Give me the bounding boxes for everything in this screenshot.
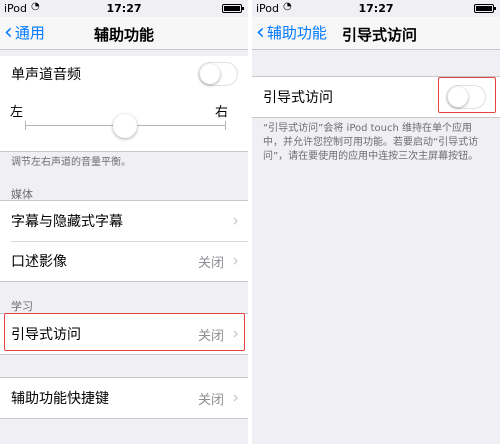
- status-time: 17:27: [358, 2, 394, 15]
- slider-tick: [25, 121, 26, 130]
- mono-audio-label: 单声道音频: [11, 67, 81, 83]
- toggle-knob: [200, 64, 220, 84]
- status-bar: iPod ◔ 17:27: [252, 0, 500, 17]
- mono-audio-row: 单声道音频: [0, 56, 248, 92]
- navigation-bar: ‹ 辅助功能 引导式访问: [252, 17, 500, 50]
- battery-icon: [474, 4, 496, 13]
- chevron-right-icon: ›: [232, 251, 239, 271]
- subtitles-label: 字幕与隐藏式字幕: [11, 214, 123, 230]
- audio-description-label: 口述影像: [11, 254, 67, 270]
- balance-right-label: 右: [214, 105, 228, 120]
- guided-access-label: 引导式访问: [263, 90, 333, 106]
- learning-section-header: 学习: [11, 300, 33, 313]
- accessibility-shortcut-label: 辅助功能快捷键: [11, 391, 109, 407]
- chevron-right-icon: ›: [232, 211, 239, 231]
- audio-description-row[interactable]: 口述影像 关闭 ›: [0, 241, 248, 281]
- media-group: 字幕与隐藏式字幕 › 口述影像 关闭 ›: [0, 200, 248, 282]
- status-time: 17:27: [106, 2, 142, 15]
- shortcut-group: 辅助功能快捷键 关闭 ›: [0, 377, 248, 419]
- mono-audio-toggle[interactable]: [198, 62, 238, 86]
- highlight-box: [4, 313, 245, 351]
- chevron-right-icon: ›: [232, 388, 239, 408]
- back-button[interactable]: ‹ 辅助功能: [256, 19, 327, 45]
- balance-slider-area: 左 右: [0, 96, 248, 148]
- guided-access-description: “引导式访问”会将 iPod touch 维持在单个应用 中，并允许您控制可用功…: [263, 122, 490, 164]
- balance-slider-thumb[interactable]: [113, 114, 137, 138]
- description-line: “引导式访问”会将 iPod touch 维持在单个应用: [263, 123, 473, 134]
- navigation-bar: ‹ 通用 辅助功能: [0, 17, 248, 50]
- description-line: 中，并允许您控制可用功能。若要启动“引导式访: [263, 137, 479, 148]
- description-line: 问”，请在要使用的应用中连按三次主屏幕按钮。: [263, 151, 479, 162]
- back-button-label: 辅助功能: [266, 24, 327, 42]
- page-title: 辅助功能: [93, 26, 154, 44]
- balance-left-label: 左: [10, 105, 24, 120]
- accessibility-shortcut-value: 关闭: [197, 392, 224, 408]
- balance-footer: 调节左右声道的音量平衡。: [11, 157, 131, 168]
- battery-icon: [222, 4, 244, 13]
- slider-tick: [225, 121, 226, 130]
- highlight-box: [438, 77, 496, 113]
- audio-group: 单声道音频 左 右: [0, 56, 248, 152]
- subtitles-row[interactable]: 字幕与隐藏式字幕 ›: [0, 201, 248, 241]
- accessibility-shortcut-row[interactable]: 辅助功能快捷键 关闭 ›: [0, 378, 248, 418]
- chevron-left-icon: ‹: [256, 19, 265, 45]
- status-bar: iPod ◔ 17:27: [0, 0, 248, 17]
- page-title: 引导式访问: [342, 26, 418, 44]
- audio-description-value: 关闭: [197, 255, 224, 271]
- guided-access-screen: iPod ◔ 17:27 ‹ 辅助功能 引导式访问 引导式访问 “引导式访问”会…: [252, 0, 500, 444]
- accessibility-screen: iPod ◔ 17:27 ‹ 通用 辅助功能 单声道音频 左 右 调节左右声道的…: [0, 0, 248, 444]
